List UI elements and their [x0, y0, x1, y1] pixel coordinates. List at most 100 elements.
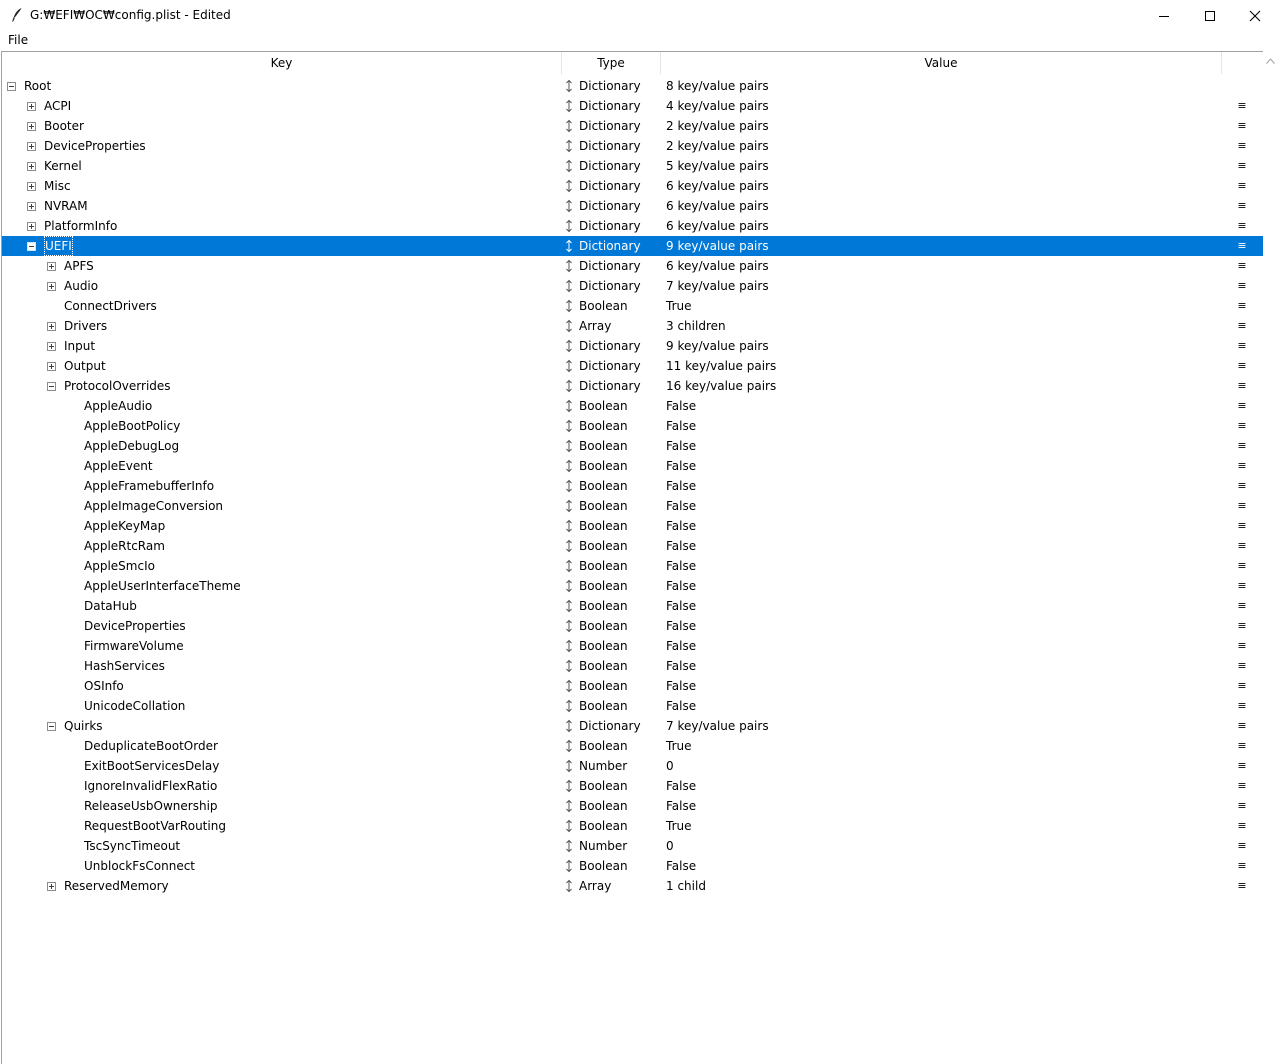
type-updown-arrow-icon[interactable] [565, 779, 573, 793]
row-type[interactable]: Boolean [579, 596, 628, 616]
drag-handle-icon[interactable]: ≡ [1237, 836, 1247, 856]
maximize-button[interactable] [1187, 0, 1233, 31]
row-type[interactable]: Boolean [579, 296, 628, 316]
tree-row[interactable]: Booter Dictionary 2 key/value pairs ≡ [2, 116, 1263, 136]
row-type[interactable]: Dictionary [579, 376, 641, 396]
type-updown-arrow-icon[interactable] [565, 119, 573, 133]
type-updown-arrow-icon[interactable] [565, 259, 573, 273]
tree-row[interactable]: Input Dictionary 9 key/value pairs ≡ [2, 336, 1263, 356]
drag-handle-icon[interactable]: ≡ [1237, 476, 1247, 496]
row-key[interactable]: Root [24, 76, 51, 96]
drag-handle-icon[interactable]: ≡ [1237, 556, 1247, 576]
drag-handle-icon[interactable]: ≡ [1237, 156, 1247, 176]
row-value[interactable]: 6 key/value pairs [666, 256, 769, 276]
row-value[interactable]: False [666, 576, 696, 596]
row-type[interactable]: Boolean [579, 576, 628, 596]
type-updown-arrow-icon[interactable] [565, 499, 573, 513]
row-value[interactable]: False [666, 676, 696, 696]
tree-row[interactable]: DeviceProperties Dictionary 2 key/value pa… [2, 136, 1263, 156]
row-key[interactable]: AppleBootPolicy [84, 416, 180, 436]
row-key[interactable]: AppleAudio [84, 396, 152, 416]
tree-row[interactable]: Audio Dictionary 7 key/value pairs ≡ [2, 276, 1263, 296]
row-type[interactable]: Dictionary [579, 356, 641, 376]
tree-row[interactable]: OSInfo Boolean False ≡ [2, 676, 1263, 696]
drag-handle-icon[interactable]: ≡ [1237, 856, 1247, 876]
collapse-minus-icon[interactable] [47, 382, 56, 391]
row-value[interactable]: False [666, 496, 696, 516]
row-type[interactable]: Boolean [579, 736, 628, 756]
row-value[interactable]: 5 key/value pairs [666, 156, 769, 176]
row-value[interactable]: 0 [666, 756, 674, 776]
expand-plus-icon[interactable] [27, 122, 36, 131]
row-value[interactable]: True [666, 736, 692, 756]
row-key[interactable]: OSInfo [84, 676, 124, 696]
type-updown-arrow-icon[interactable] [565, 879, 573, 893]
row-value[interactable]: False [666, 536, 696, 556]
row-type[interactable]: Dictionary [579, 236, 641, 256]
expand-plus-icon[interactable] [47, 882, 56, 891]
row-key[interactable]: IgnoreInvalidFlexRatio [84, 776, 217, 796]
row-key[interactable]: PlatformInfo [44, 216, 117, 236]
type-updown-arrow-icon[interactable] [565, 739, 573, 753]
drag-handle-icon[interactable]: ≡ [1237, 96, 1247, 116]
row-value[interactable]: 6 key/value pairs [666, 216, 769, 236]
tree-row[interactable]: AppleImageConversion Boolean False ≡ [2, 496, 1263, 516]
row-type[interactable]: Dictionary [579, 96, 641, 116]
row-key[interactable]: AppleSmcIo [84, 556, 155, 576]
collapse-minus-icon[interactable] [47, 722, 56, 731]
drag-handle-icon[interactable]: ≡ [1237, 776, 1247, 796]
drag-handle-icon[interactable]: ≡ [1237, 456, 1247, 476]
row-type[interactable]: Boolean [579, 456, 628, 476]
row-key[interactable]: ConnectDrivers [64, 296, 157, 316]
drag-handle-icon[interactable]: ≡ [1237, 176, 1247, 196]
drag-handle-icon[interactable]: ≡ [1237, 816, 1247, 836]
row-type[interactable]: Boolean [579, 496, 628, 516]
type-updown-arrow-icon[interactable] [565, 679, 573, 693]
row-type[interactable]: Dictionary [579, 76, 641, 96]
tree-row[interactable]: Misc Dictionary 6 key/value pairs ≡ [2, 176, 1263, 196]
drag-handle-icon[interactable]: ≡ [1237, 576, 1247, 596]
row-type[interactable]: Dictionary [579, 336, 641, 356]
row-value[interactable]: False [666, 776, 696, 796]
type-updown-arrow-icon[interactable] [565, 799, 573, 813]
row-key[interactable]: DataHub [84, 596, 137, 616]
tree-row[interactable]: PlatformInfo Dictionary 6 key/value pairs ≡ [2, 216, 1263, 236]
row-key[interactable]: TscSyncTimeout [84, 836, 180, 856]
collapse-minus-icon[interactable] [27, 242, 36, 251]
type-updown-arrow-icon[interactable] [565, 519, 573, 533]
drag-handle-icon[interactable]: ≡ [1237, 296, 1247, 316]
drag-handle-icon[interactable]: ≡ [1237, 216, 1247, 236]
expand-plus-icon[interactable] [47, 282, 56, 291]
row-type[interactable]: Dictionary [579, 116, 641, 136]
type-updown-arrow-icon[interactable] [565, 639, 573, 653]
tree-row[interactable]: ReleaseUsbOwnership Boolean False ≡ [2, 796, 1263, 816]
expand-plus-icon[interactable] [27, 202, 36, 211]
tree-row[interactable]: AppleEvent Boolean False ≡ [2, 456, 1263, 476]
row-value[interactable]: False [666, 476, 696, 496]
type-updown-arrow-icon[interactable] [565, 79, 573, 93]
type-updown-arrow-icon[interactable] [565, 139, 573, 153]
row-key[interactable]: DeviceProperties [84, 616, 186, 636]
type-updown-arrow-icon[interactable] [565, 359, 573, 373]
tree-row[interactable]: AppleBootPolicy Boolean False ≡ [2, 416, 1263, 436]
type-updown-arrow-icon[interactable] [565, 299, 573, 313]
type-updown-arrow-icon[interactable] [565, 559, 573, 573]
type-updown-arrow-icon[interactable] [565, 419, 573, 433]
row-type[interactable]: Dictionary [579, 156, 641, 176]
drag-handle-icon[interactable]: ≡ [1237, 796, 1247, 816]
tree-row[interactable]: Quirks Dictionary 7 key/value pairs ≡ [2, 716, 1263, 736]
row-key[interactable]: AppleFramebufferInfo [84, 476, 214, 496]
tree-row[interactable]: DataHub Boolean False ≡ [2, 596, 1263, 616]
tree-row[interactable]: AppleAudio Boolean False ≡ [2, 396, 1263, 416]
plist-tree-view[interactable]: Key Type Value Root Dictionary 8 key/value… [1, 51, 1264, 1064]
row-value[interactable]: False [666, 616, 696, 636]
tree-row[interactable]: Output Dictionary 11 key/value pairs ≡ [2, 356, 1263, 376]
row-type[interactable]: Boolean [579, 676, 628, 696]
row-value[interactable]: 4 key/value pairs [666, 96, 769, 116]
row-value[interactable]: 7 key/value pairs [666, 276, 769, 296]
type-updown-arrow-icon[interactable] [565, 439, 573, 453]
row-value[interactable]: 9 key/value pairs [666, 336, 769, 356]
row-type[interactable]: Array [579, 316, 611, 336]
row-key[interactable]: UEFI [44, 236, 73, 256]
drag-handle-icon[interactable]: ≡ [1237, 536, 1247, 556]
